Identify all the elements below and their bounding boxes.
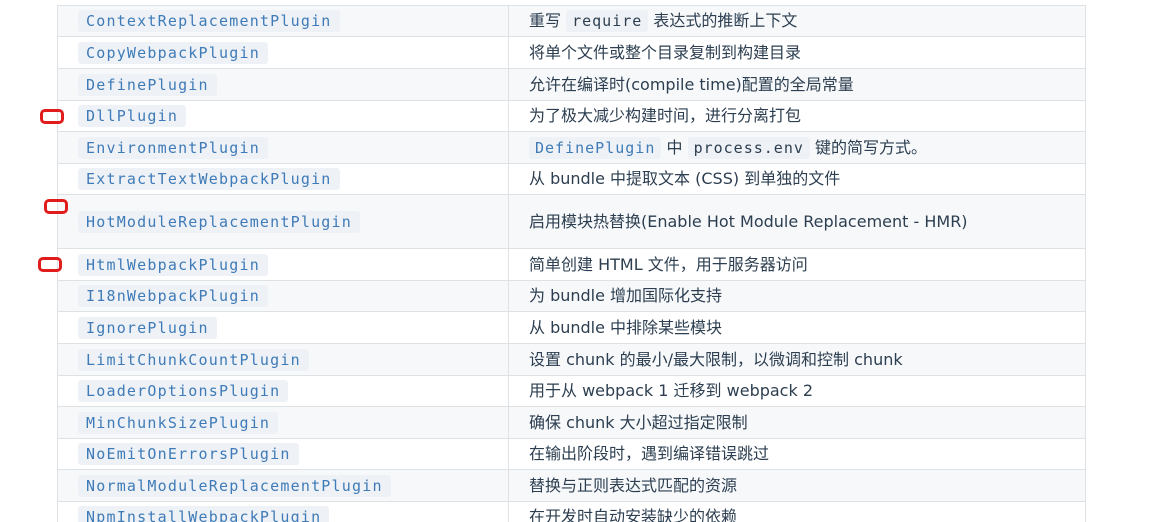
table-row: NoEmitOnErrorsPlugin 在输出阶段时，遇到编译错误跳过 bbox=[57, 438, 1086, 470]
table-row: IgnorePlugin 从 bundle 中排除某些模块 bbox=[57, 311, 1086, 344]
plugin-name-link[interactable]: LoaderOptionsPlugin bbox=[78, 380, 289, 402]
table-row: LimitChunkCountPlugin 设置 chunk 的最小/最大限制，以… bbox=[57, 343, 1086, 376]
plugin-name-link[interactable]: DefinePlugin bbox=[78, 73, 217, 96]
table-row: CopyWebpackPlugin 将单个文件或整个目录复制到构建目录 bbox=[57, 36, 1086, 69]
plugin-name-link[interactable]: HotModuleReplacementPlugin bbox=[78, 210, 360, 233]
table-row: HotModuleReplacementPlugin 启用模块热替换(Enable… bbox=[57, 194, 1086, 249]
plugin-name-link[interactable]: NoEmitOnErrorsPlugin bbox=[78, 443, 299, 465]
table-row: I18nWebpackPlugin 为 bundle 增加国际化支持 bbox=[57, 280, 1086, 312]
plugin-name-cell: IgnorePlugin bbox=[57, 311, 509, 344]
plugin-description-cell: 在输出阶段时，遇到编译错误跳过 bbox=[508, 438, 1086, 470]
inline-code: require bbox=[566, 10, 649, 32]
plugin-name-cell: ExtractTextWebpackPlugin bbox=[57, 163, 509, 195]
plugin-name-link[interactable]: ExtractTextWebpackPlugin bbox=[78, 168, 340, 190]
plugins-table: ContextReplacementPlugin 重写 require 表达式的推… bbox=[57, 5, 1086, 522]
plugin-description: 用于从 webpack 1 迁移到 webpack 2 bbox=[529, 381, 814, 400]
plugin-description: 为了极大减少构建时间，进行分离打包 bbox=[529, 106, 802, 125]
page: ContextReplacementPlugin 重写 require 表达式的推… bbox=[0, 0, 1165, 522]
plugin-name-link[interactable]: CopyWebpackPlugin bbox=[78, 41, 268, 64]
plugin-name-cell: DefinePlugin bbox=[57, 68, 509, 101]
plugin-description: 将单个文件或整个目录复制到构建目录 bbox=[529, 42, 802, 62]
table-row: LoaderOptionsPlugin 用于从 webpack 1 迁移到 web… bbox=[57, 375, 1086, 407]
plugin-name-link[interactable]: DllPlugin bbox=[78, 105, 187, 127]
plugin-description-cell: 替换与正则表达式匹配的资源 bbox=[508, 469, 1086, 502]
plugin-description: 从 bundle 中提取文本 (CSS) 到单独的文件 bbox=[529, 169, 841, 188]
plugin-description-cell: 设置 chunk 的最小/最大限制，以微调和控制 chunk bbox=[508, 343, 1086, 376]
plugin-description-cell: 用于从 webpack 1 迁移到 webpack 2 bbox=[508, 375, 1086, 407]
plugin-name-cell: MinChunkSizePlugin bbox=[57, 406, 509, 439]
plugin-name-link[interactable]: MinChunkSizePlugin bbox=[78, 411, 279, 434]
description-text: 键的简写方式。 bbox=[809, 137, 927, 157]
plugin-name-cell: NoEmitOnErrorsPlugin bbox=[57, 438, 509, 470]
plugin-description: 允许在编译时(compile time)配置的全局常量 bbox=[529, 74, 854, 94]
table-row: EnvironmentPlugin DefinePlugin 中 process.… bbox=[57, 131, 1086, 164]
table-row: NpmInstallWebpackPlugin 在开发时自动安装缺少的依赖 bbox=[57, 501, 1086, 522]
plugin-name-link[interactable]: NormalModuleReplacementPlugin bbox=[78, 474, 391, 497]
plugin-description-cell: 简单创建 HTML 文件，用于服务器访问 bbox=[508, 248, 1086, 281]
plugin-description: 简单创建 HTML 文件，用于服务器访问 bbox=[529, 254, 808, 274]
plugin-description-cell: 允许在编译时(compile time)配置的全局常量 bbox=[508, 68, 1086, 101]
table-row: MinChunkSizePlugin 确保 chunk 大小超过指定限制 bbox=[57, 406, 1086, 439]
plugin-name-cell: NormalModuleReplacementPlugin bbox=[57, 469, 509, 502]
plugin-description: 从 bundle 中排除某些模块 bbox=[529, 317, 723, 337]
plugin-name-link[interactable]: EnvironmentPlugin bbox=[78, 136, 268, 159]
table-row: ExtractTextWebpackPlugin 从 bundle 中提取文本 (… bbox=[57, 163, 1086, 195]
plugin-name-cell: LoaderOptionsPlugin bbox=[57, 375, 509, 407]
plugin-description-cell: DefinePlugin 中 process.env 键的简写方式。 bbox=[508, 131, 1086, 164]
plugin-description-cell: 启用模块热替换(Enable Hot Module Replacement - … bbox=[508, 194, 1086, 249]
description-text: 中 bbox=[661, 137, 688, 157]
plugin-description-cell: 在开发时自动安装缺少的依赖 bbox=[508, 501, 1086, 522]
plugin-name-cell: HtmlWebpackPlugin bbox=[57, 248, 509, 281]
plugin-description-cell: 从 bundle 中排除某些模块 bbox=[508, 311, 1086, 344]
plugin-name-cell: LimitChunkCountPlugin bbox=[57, 343, 509, 376]
plugin-description: 重写 require 表达式的推断上下文 bbox=[529, 10, 1073, 32]
inline-code: DefinePlugin bbox=[529, 136, 662, 159]
plugin-description: 设置 chunk 的最小/最大限制，以微调和控制 chunk bbox=[529, 349, 903, 369]
plugin-description: 在输出阶段时，遇到编译错误跳过 bbox=[529, 444, 770, 463]
plugin-name-cell: DllPlugin bbox=[57, 100, 509, 132]
inline-code: process.env bbox=[687, 136, 810, 159]
plugin-name-cell: HotModuleReplacementPlugin bbox=[57, 194, 509, 249]
plugin-name-cell: ContextReplacementPlugin bbox=[57, 5, 509, 37]
plugin-description: 为 bundle 增加国际化支持 bbox=[529, 286, 723, 305]
table-row: ContextReplacementPlugin 重写 require 表达式的推… bbox=[57, 5, 1086, 37]
table-row: DefinePlugin 允许在编译时(compile time)配置的全局常量 bbox=[57, 68, 1086, 101]
table-row: DllPlugin 为了极大减少构建时间，进行分离打包 bbox=[57, 100, 1086, 132]
description-text: 重写 bbox=[529, 11, 567, 30]
plugin-description-cell: 为了极大减少构建时间，进行分离打包 bbox=[508, 100, 1086, 132]
plugin-name-cell: I18nWebpackPlugin bbox=[57, 280, 509, 312]
description-text: 表达式的推断上下文 bbox=[648, 11, 798, 30]
plugin-description: DefinePlugin 中 process.env 键的简写方式。 bbox=[529, 136, 1073, 159]
plugin-name-link[interactable]: I18nWebpackPlugin bbox=[78, 285, 268, 307]
table-row: NormalModuleReplacementPlugin 替换与正则表达式匹配的… bbox=[57, 469, 1086, 502]
plugin-description-cell: 为 bundle 增加国际化支持 bbox=[508, 280, 1086, 312]
plugin-name-cell: CopyWebpackPlugin bbox=[57, 36, 509, 69]
plugin-description: 在开发时自动安装缺少的依赖 bbox=[529, 507, 738, 522]
red-annotation-marker bbox=[38, 257, 62, 272]
plugin-name-cell: NpmInstallWebpackPlugin bbox=[57, 501, 509, 522]
red-annotation-marker bbox=[44, 199, 68, 214]
plugin-description: 确保 chunk 大小超过指定限制 bbox=[529, 412, 748, 432]
table-row: HtmlWebpackPlugin 简单创建 HTML 文件，用于服务器访问 bbox=[57, 248, 1086, 281]
plugin-description: 启用模块热替换(Enable Hot Module Replacement - … bbox=[529, 211, 968, 231]
plugin-name-cell: EnvironmentPlugin bbox=[57, 131, 509, 164]
plugin-description-cell: 确保 chunk 大小超过指定限制 bbox=[508, 406, 1086, 439]
plugin-name-link[interactable]: HtmlWebpackPlugin bbox=[78, 253, 268, 276]
plugin-description-cell: 从 bundle 中提取文本 (CSS) 到单独的文件 bbox=[508, 163, 1086, 195]
plugin-description-cell: 将单个文件或整个目录复制到构建目录 bbox=[508, 36, 1086, 69]
plugins-table-body: ContextReplacementPlugin 重写 require 表达式的推… bbox=[57, 5, 1086, 522]
plugin-name-link[interactable]: NpmInstallWebpackPlugin bbox=[78, 506, 330, 522]
plugin-description: 替换与正则表达式匹配的资源 bbox=[529, 475, 738, 495]
plugin-name-link[interactable]: LimitChunkCountPlugin bbox=[78, 348, 309, 371]
plugin-name-link[interactable]: IgnorePlugin bbox=[78, 316, 217, 339]
plugin-description-cell: 重写 require 表达式的推断上下文 bbox=[508, 5, 1086, 37]
plugin-name-link[interactable]: ContextReplacementPlugin bbox=[78, 10, 340, 32]
red-annotation-marker bbox=[40, 108, 64, 124]
